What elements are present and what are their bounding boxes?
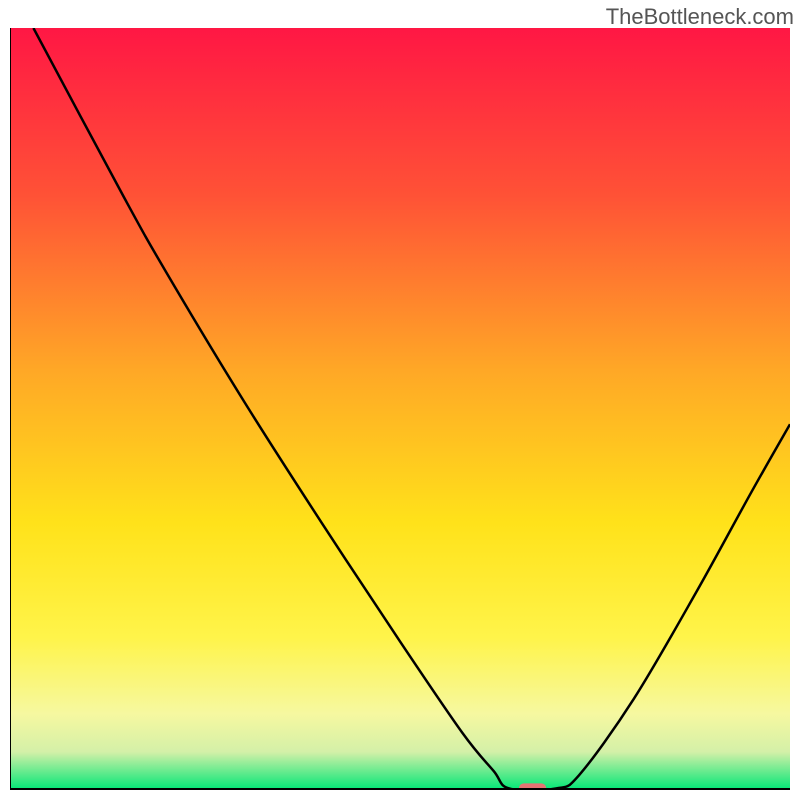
chart-svg: [10, 28, 790, 790]
chart-background: [10, 28, 790, 790]
watermark-text: TheBottleneck.com: [606, 4, 794, 30]
chart-container: TheBottleneck.com: [0, 0, 800, 800]
chart-plot-area: [10, 28, 790, 790]
